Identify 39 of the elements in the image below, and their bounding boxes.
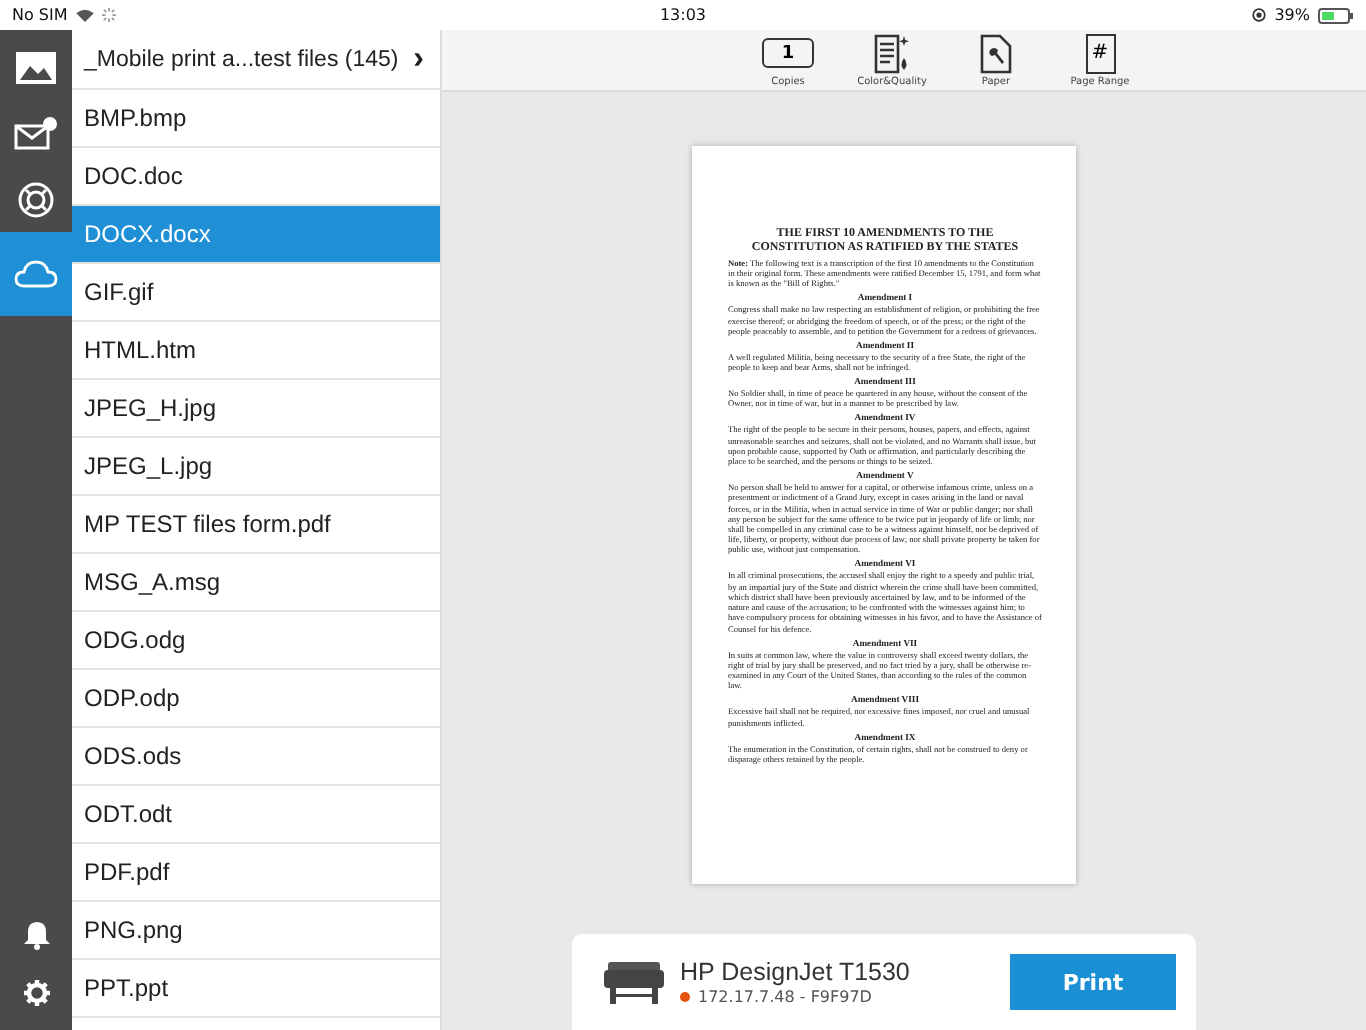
carrier-label: No SIM: [12, 6, 68, 24]
cloud-icon: [14, 260, 58, 288]
printer-icon: [604, 958, 664, 1006]
chevron-icon: ›: [413, 41, 424, 77]
document-ink-icon: [874, 33, 910, 73]
file-item[interactable]: PDF.pdf: [72, 844, 440, 902]
lifebuoy-icon: [18, 181, 54, 217]
file-item[interactable]: JPEG_L.jpg: [72, 438, 440, 496]
file-item[interactable]: ODS.ods: [72, 728, 440, 786]
file-item[interactable]: JPEG_H.jpg: [72, 380, 440, 438]
wifi-icon: [75, 8, 94, 22]
file-item[interactable]: DOCX.docx: [72, 206, 440, 264]
file-item[interactable]: PPT.ppt: [72, 960, 440, 1018]
copies-icon: 1: [762, 38, 814, 68]
mail-icon: [14, 116, 58, 150]
file-item[interactable]: HTML.htm: [72, 322, 440, 380]
file-item[interactable]: ODT.odt: [72, 786, 440, 844]
page-wrench-icon: [980, 33, 1012, 73]
settings-icon: [23, 980, 49, 1006]
image-icon: [16, 51, 56, 83]
folder-name: _Mobile print a...test files (145): [84, 47, 399, 71]
file-item[interactable]: ODG.odg: [72, 612, 440, 670]
battery-percent: 39%: [1274, 6, 1310, 24]
printer-name: HP DesignJet T1530: [680, 958, 912, 986]
file-item[interactable]: MSG_A.msg: [72, 554, 440, 612]
rotation-lock-icon: [1252, 8, 1267, 22]
activity-spinner-icon: [101, 8, 116, 22]
folder-row[interactable]: _Mobile print a...test files (145) ›: [72, 30, 440, 90]
file-item[interactable]: GIF.gif: [72, 264, 440, 322]
print-button[interactable]: Print: [1010, 954, 1176, 1010]
file-item[interactable]: BMP.bmp: [72, 90, 440, 148]
file-item[interactable]: PNG.png: [72, 902, 440, 960]
bell-icon: [23, 920, 49, 950]
battery-icon: [1318, 7, 1354, 23]
printer-address: 172.17.7.48 - F9F97D: [698, 988, 872, 1006]
file-item[interactable]: ODP.odp: [72, 670, 440, 728]
clock-time: 13:03: [659, 6, 707, 24]
page-range-icon: #: [1085, 33, 1115, 73]
file-item[interactable]: MP TEST files form.pdf: [72, 496, 440, 554]
